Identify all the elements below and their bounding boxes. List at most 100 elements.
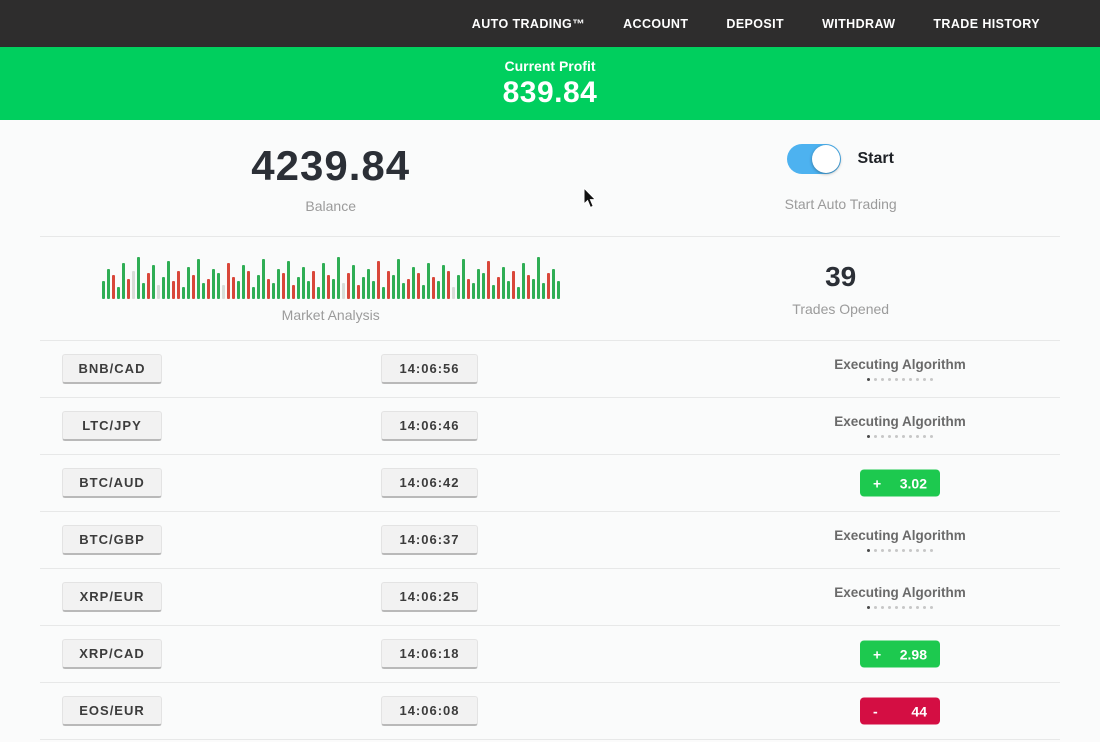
- trades-opened-cell: 39 Trades Opened: [621, 237, 1060, 340]
- market-bar: [132, 271, 135, 299]
- market-bar: [152, 265, 155, 299]
- market-bar: [317, 287, 320, 299]
- market-bar: [497, 277, 500, 299]
- market-bar: [207, 279, 210, 299]
- start-toggle-label: Start: [857, 150, 893, 168]
- stats-row-market: Market Analysis 39 Trades Opened: [40, 237, 1060, 341]
- pair-badge[interactable]: BTC/GBP: [62, 525, 162, 555]
- market-bar: [277, 269, 280, 299]
- market-bar: [537, 257, 540, 299]
- trade-list: BNB/CAD 14:06:56 Executing Algorithm LTC…: [40, 341, 1060, 740]
- market-bar: [167, 261, 170, 299]
- executing-algorithm-label: Executing Algorithm: [834, 357, 966, 372]
- market-bar: [107, 269, 110, 299]
- nav-trade-history[interactable]: TRADE HISTORY: [933, 17, 1040, 31]
- market-bar: [347, 273, 350, 299]
- market-bar: [157, 285, 160, 299]
- market-bar: [227, 263, 230, 299]
- time-badge[interactable]: 14:06:42: [381, 468, 478, 498]
- market-bar: [472, 283, 475, 299]
- market-bar: [547, 273, 550, 299]
- market-analysis-cell: Market Analysis: [40, 237, 621, 340]
- balance-cell: 4239.84 Balance: [40, 120, 621, 236]
- profit-badge: +3.02: [860, 470, 940, 497]
- pair-badge[interactable]: BTC/AUD: [62, 468, 162, 498]
- nav-deposit[interactable]: DEPOSIT: [726, 17, 784, 31]
- market-bar: [187, 267, 190, 299]
- market-bar: [552, 269, 555, 299]
- market-bar: [112, 275, 115, 299]
- top-navbar: AUTO TRADING™ ACCOUNT DEPOSIT WITHDRAW T…: [0, 0, 1100, 47]
- market-bar: [307, 281, 310, 299]
- market-bar: [202, 283, 205, 299]
- trade-row: XRP/CAD 14:06:18 +2.98: [40, 626, 1060, 683]
- result-amount: 3.02: [900, 475, 927, 491]
- market-bar: [147, 273, 150, 299]
- market-bar: [287, 261, 290, 299]
- market-bar: [477, 269, 480, 299]
- market-bar: [117, 287, 120, 299]
- time-badge[interactable]: 14:06:56: [381, 354, 478, 384]
- current-profit-value: 839.84: [503, 76, 598, 110]
- market-bar: [252, 287, 255, 299]
- market-bar: [482, 273, 485, 299]
- market-bar: [242, 265, 245, 299]
- result-sign: -: [873, 703, 878, 719]
- market-bar: [437, 281, 440, 299]
- balance-value: 4239.84: [251, 142, 410, 190]
- trade-row: BNB/CAD 14:06:56 Executing Algorithm: [40, 341, 1060, 398]
- market-bar: [297, 277, 300, 299]
- market-bar: [557, 281, 560, 299]
- trade-row: BTC/GBP 14:06:37 Executing Algorithm: [40, 512, 1060, 569]
- market-bar: [462, 259, 465, 299]
- pair-badge[interactable]: XRP/EUR: [62, 582, 162, 612]
- time-badge[interactable]: 14:06:08: [381, 696, 478, 726]
- market-bar: [177, 271, 180, 299]
- market-bar: [302, 267, 305, 299]
- market-bar: [387, 271, 390, 299]
- market-bar: [122, 263, 125, 299]
- pair-badge[interactable]: BNB/CAD: [62, 354, 162, 384]
- pair-badge[interactable]: LTC/JPY: [62, 411, 162, 441]
- market-bar: [452, 287, 455, 299]
- market-bar: [362, 277, 365, 299]
- nav-withdraw[interactable]: WITHDRAW: [822, 17, 895, 31]
- executing-algorithm-label: Executing Algorithm: [834, 414, 966, 429]
- market-bar: [382, 287, 385, 299]
- profit-badge: +2.98: [860, 641, 940, 668]
- pair-badge[interactable]: XRP/CAD: [62, 639, 162, 669]
- market-bar: [272, 283, 275, 299]
- market-bar: [352, 265, 355, 299]
- executing-algorithm-label: Executing Algorithm: [834, 528, 966, 543]
- market-bar: [377, 261, 380, 299]
- market-bar: [262, 259, 265, 299]
- market-bar: [487, 261, 490, 299]
- time-badge[interactable]: 14:06:25: [381, 582, 478, 612]
- pair-badge[interactable]: EOS/EUR: [62, 696, 162, 726]
- time-badge[interactable]: 14:06:18: [381, 639, 478, 669]
- market-bar: [427, 263, 430, 299]
- trades-opened-value: 39: [825, 261, 856, 293]
- market-bar: [142, 283, 145, 299]
- market-bar: [512, 271, 515, 299]
- trade-status: Executing Algorithm: [740, 357, 1060, 381]
- market-bar: [407, 279, 410, 299]
- market-bar: [172, 281, 175, 299]
- trade-status: Executing Algorithm: [740, 414, 1060, 438]
- market-bar: [282, 273, 285, 299]
- market-bar: [182, 287, 185, 299]
- nav-auto-trading[interactable]: AUTO TRADING™: [472, 17, 585, 31]
- market-bar: [527, 275, 530, 299]
- market-bar: [422, 285, 425, 299]
- market-bar: [447, 271, 450, 299]
- auto-trading-toggle[interactable]: [787, 144, 841, 174]
- market-bar: [432, 277, 435, 299]
- time-badge[interactable]: 14:06:46: [381, 411, 478, 441]
- balance-label: Balance: [305, 198, 356, 214]
- time-badge[interactable]: 14:06:37: [381, 525, 478, 555]
- market-bar: [232, 277, 235, 299]
- progress-dots: [867, 435, 933, 438]
- market-bar: [532, 279, 535, 299]
- nav-account[interactable]: ACCOUNT: [623, 17, 688, 31]
- market-bar: [192, 275, 195, 299]
